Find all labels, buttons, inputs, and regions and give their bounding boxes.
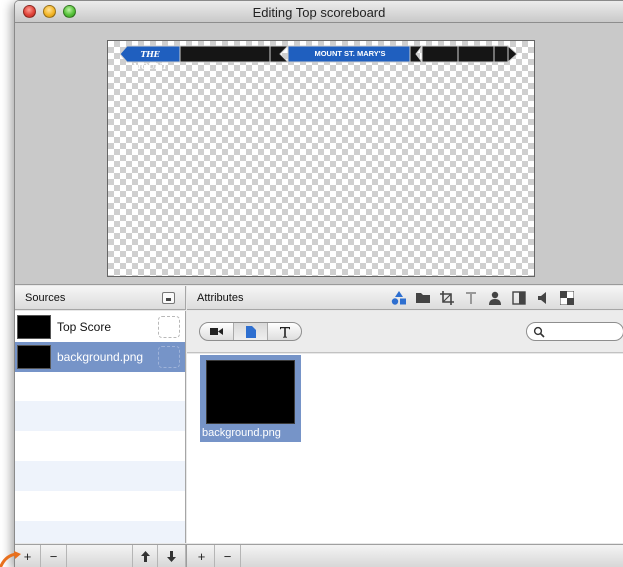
attributes-header-label: Attributes <box>197 292 244 304</box>
source-thumbnail <box>17 315 51 339</box>
media-thumbnail <box>206 360 295 424</box>
sources-header: Sources <box>15 286 186 310</box>
sources-header-label: Sources <box>25 292 66 304</box>
split-panel-icon[interactable] <box>507 289 531 307</box>
list-stripe <box>15 521 185 543</box>
preview-area: THE MOUNT MOUNT ST. MARY'S <box>15 23 623 285</box>
toolbar-divider <box>186 545 187 567</box>
arrow-down-icon <box>167 551 176 562</box>
media-type-segmented-control[interactable] <box>199 322 302 341</box>
bottom-toolbar: + − + − <box>15 544 623 567</box>
document-icon[interactable] <box>234 323 268 340</box>
attributes-toolbar <box>387 289 579 307</box>
list-stripe <box>15 461 185 491</box>
source-thumbnail <box>17 345 51 369</box>
text-type-icon[interactable] <box>268 323 301 340</box>
arrow-up-icon <box>140 551 150 562</box>
attributes-filter-bar <box>187 311 623 353</box>
sources-list[interactable]: Top Score background.png <box>15 311 186 543</box>
crop-icon[interactable] <box>435 289 459 307</box>
add-media-button[interactable]: + <box>189 545 215 567</box>
speaker-icon[interactable] <box>531 289 555 307</box>
remove-source-button[interactable]: − <box>41 545 67 567</box>
attributes-header: Attributes <box>187 286 623 310</box>
source-visibility-toggle[interactable] <box>158 316 180 338</box>
search-icon <box>533 326 545 338</box>
move-source-up-button[interactable] <box>132 545 158 567</box>
source-item-label: background.png <box>57 350 144 364</box>
folder-icon[interactable] <box>411 289 435 307</box>
text-icon[interactable] <box>459 289 483 307</box>
title-bar[interactable]: Editing Top scoreboard <box>15 1 623 23</box>
source-item-background[interactable]: background.png <box>15 342 185 372</box>
window-title: Editing Top scoreboard <box>252 5 386 20</box>
scoreboard-graphic[interactable]: THE MOUNT MOUNT ST. MARY'S <box>120 45 518 71</box>
source-visibility-toggle[interactable] <box>158 346 180 368</box>
media-item-label: background.png <box>202 427 281 439</box>
source-options-icon[interactable] <box>162 292 175 304</box>
shapes-icon[interactable] <box>387 289 411 307</box>
media-browser[interactable]: background.png <box>187 354 623 543</box>
source-item-top-score[interactable]: Top Score <box>15 312 185 342</box>
person-icon[interactable] <box>483 289 507 307</box>
editor-window: Editing Top scoreboard THE MOUNT MOUNT S… <box>14 0 623 567</box>
callout-arrow-icon <box>0 551 21 567</box>
preview-canvas[interactable]: THE MOUNT MOUNT ST. MARY'S <box>107 40 535 277</box>
scoreboard-logo-text: THE MOUNT <box>132 49 168 71</box>
list-stripe <box>15 401 185 431</box>
checkerboard-icon[interactable] <box>555 289 579 307</box>
source-item-label: Top Score <box>57 320 112 334</box>
video-icon[interactable] <box>200 323 234 340</box>
media-item-background[interactable]: background.png <box>200 355 301 442</box>
scoreboard-team-name: MOUNT ST. MARY'S <box>314 49 386 58</box>
move-source-down-button[interactable] <box>158 545 186 567</box>
remove-media-button[interactable]: − <box>215 545 241 567</box>
